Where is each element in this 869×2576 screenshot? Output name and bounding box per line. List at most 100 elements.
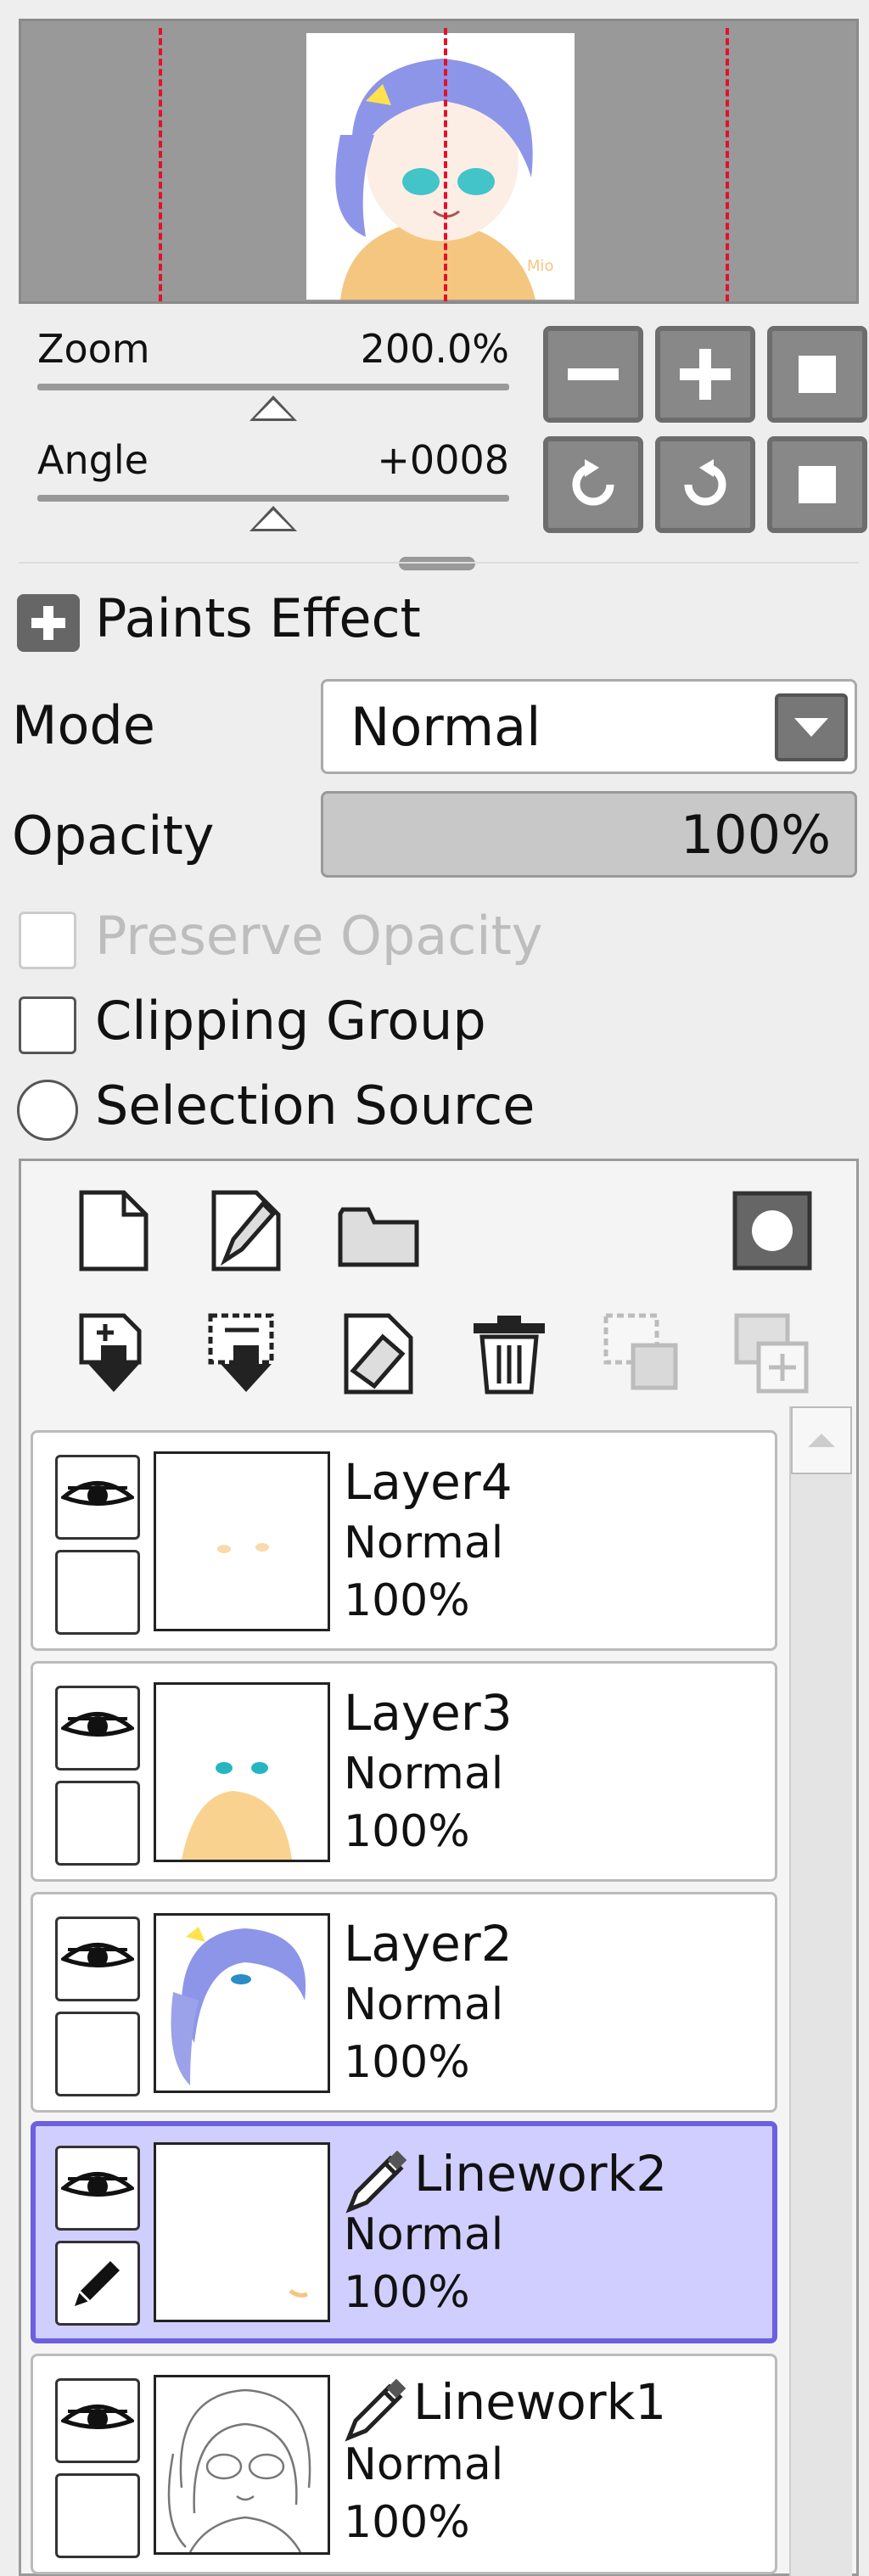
opacity-label: Opacity [12,805,215,867]
divider [19,562,859,564]
eye-icon [61,1943,134,1967]
zoom-out-button[interactable] [543,326,643,423]
editing-pen-indicator[interactable] [55,2241,140,2326]
scroll-up-button[interactable] [791,1406,852,1474]
mode-select[interactable]: Normal [321,679,857,774]
angle-slider-track[interactable] [37,495,509,502]
layer-name: Layer3 [344,1684,513,1742]
rotate-left-button[interactable] [543,436,643,533]
layer-blend-mode: Normal [344,2439,504,2490]
new-layer-button[interactable] [71,1188,156,1273]
eye-icon [61,1712,134,1737]
expand-paints-effect-button[interactable] [17,594,80,652]
transfer-down-button[interactable] [71,1311,156,1396]
plus-icon [31,606,65,640]
layer-lock-toggle[interactable] [55,1550,140,1635]
clipping-group-checkbox[interactable] [19,996,76,1054]
chevron-down-icon[interactable] [775,693,848,761]
zoom-label: Zoom [37,326,150,372]
linework-pen-icon [344,2378,408,2446]
layer-blend-mode: Normal [344,1748,504,1799]
folder-icon [338,1207,419,1267]
guide-line [444,28,447,301]
clear-layer-button[interactable] [336,1311,421,1396]
visibility-toggle[interactable] [55,2146,140,2231]
panel-splitter-handle[interactable] [399,557,475,570]
opacity-slider[interactable]: 100% [321,791,857,878]
zoom-slider-thumb[interactable] [249,396,297,421]
mask-icon [732,1191,812,1271]
layer-name: Layer4 [344,1453,513,1511]
layer-item[interactable]: Layer4 Normal 100% [31,1430,777,1651]
layer-item[interactable]: Layer3 Normal 100% [31,1661,777,1882]
layer-item[interactable]: Linework1 Normal 100% [31,2354,777,2574]
zoom-reset-button[interactable] [767,326,867,423]
layer-blend-mode: Normal [344,2209,504,2260]
angle-slider-thumb[interactable] [249,506,297,531]
layer-name: Linework1 [413,2373,667,2431]
merge-down-button[interactable] [204,1311,289,1396]
delete-layer-button[interactable] [467,1311,552,1396]
mode-value: Normal [350,695,541,758]
layer-opacity: 100% [344,1806,470,1857]
layer-thumbnail [154,2142,330,2322]
visibility-toggle[interactable] [55,1686,140,1771]
new-page-icon [79,1190,149,1271]
layer-lock-toggle[interactable] [55,2012,140,2096]
clipping-group-label: Clipping Group [95,990,486,1052]
zoom-in-button[interactable] [655,326,755,423]
layer-opacity: 100% [344,2037,470,2088]
selection-source-label: Selection Source [95,1075,535,1136]
eraser-icon [344,1313,413,1395]
navigator-preview[interactable]: Mio [19,19,859,304]
layer-name: Layer2 [344,1915,513,1973]
merge-selected-icon [603,1313,678,1390]
layer-opacity: 100% [344,1575,470,1626]
trash-icon [474,1316,545,1395]
rotate-left-icon [572,459,614,506]
merge-down-icon [208,1313,274,1392]
layer-thumbnail [154,1451,330,1631]
merge-selected-button[interactable] [599,1311,684,1396]
layer-lock-toggle[interactable] [55,2473,140,2558]
new-linework-layer-button[interactable] [204,1188,289,1273]
eye-icon [61,2405,134,2429]
angle-label: Angle [37,437,149,483]
plus-icon [680,349,731,400]
square-icon [799,466,836,503]
square-icon [799,356,836,393]
zoom-slider-track[interactable] [37,384,509,390]
add-layer-icon [734,1313,809,1394]
zoom-value: 200.0% [360,326,509,372]
rotate-reset-button[interactable] [767,436,867,533]
new-folder-button[interactable] [336,1188,421,1273]
layer-blend-mode: Normal [344,1518,504,1569]
layer-blend-mode: Normal [344,1979,504,2030]
layer-list-scrollbar[interactable] [789,1406,852,2576]
selection-source-radio[interactable] [17,1080,78,1141]
layer-opacity: 100% [344,2267,470,2318]
eye-icon [61,1481,134,1506]
layer-lock-toggle[interactable] [55,1781,140,1866]
eye-icon [61,2172,134,2197]
visibility-toggle[interactable] [55,1455,140,1540]
layer-name: Linework2 [414,2145,668,2203]
minus-icon [568,368,619,380]
visibility-toggle[interactable] [55,1917,140,2001]
layer-mask-button[interactable] [730,1188,815,1273]
layer-opacity: 100% [344,2497,470,2548]
pen-page-icon [211,1190,281,1271]
layer-item-selected[interactable]: Linework2 Normal 100% [31,2121,777,2343]
rotate-right-button[interactable] [655,436,755,533]
guide-line [726,28,729,301]
page-arrow-down-icon [79,1313,142,1392]
preserve-opacity-checkbox[interactable] [19,912,76,969]
rotate-right-icon [684,459,726,506]
layer-thumbnail [154,1682,330,1862]
new-layer-from-selection-button[interactable] [730,1311,815,1396]
layer-item[interactable]: Layer2 Normal 100% [31,1892,777,2113]
svg-text:Mio: Mio [527,257,554,275]
visibility-toggle[interactable] [55,2378,140,2463]
guide-line [159,28,162,301]
layer-thumbnail [154,1913,330,2093]
